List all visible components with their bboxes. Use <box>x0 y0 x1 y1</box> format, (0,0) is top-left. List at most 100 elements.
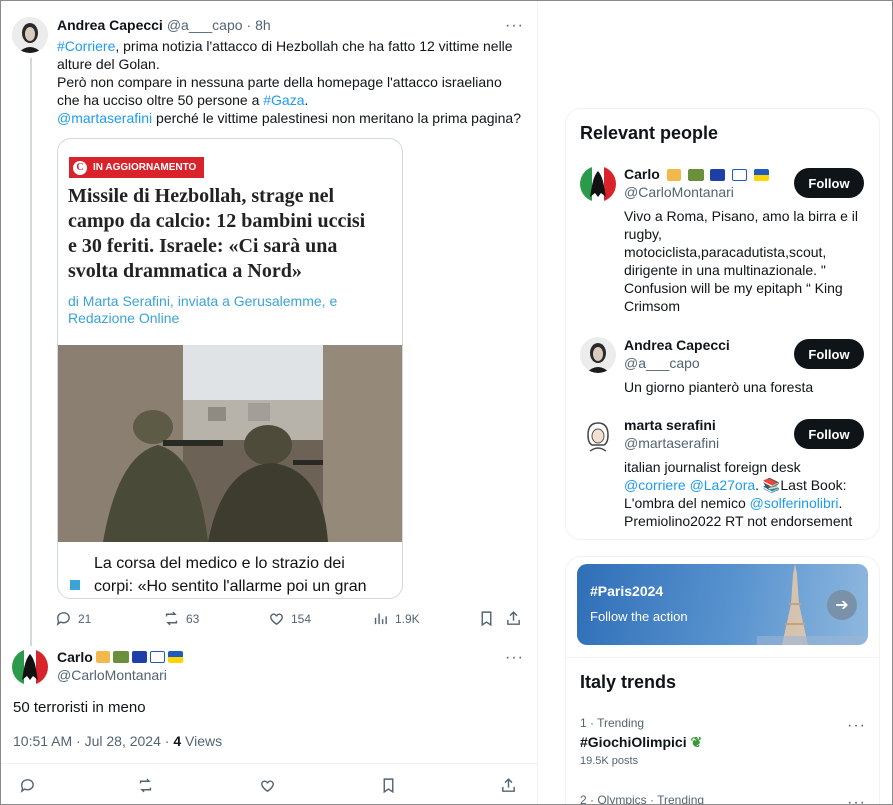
person-bio: italian journalist foreign desk @corrier… <box>624 458 864 530</box>
views-button[interactable]: 1.9K <box>372 610 420 627</box>
post-time[interactable]: · 8h <box>247 17 271 33</box>
share-icon <box>507 611 520 625</box>
bookmark-button[interactable] <box>478 610 495 627</box>
like-button[interactable]: 154 <box>268 610 311 627</box>
avatar[interactable] <box>580 417 616 453</box>
trend-meta: 2 · Olympics · Trending <box>580 793 705 805</box>
trend-name-text: #GiochiOlimpici <box>580 734 687 750</box>
share-button[interactable] <box>500 777 517 794</box>
person-card[interactable]: marta serafini @martaserafini Follow ita… <box>580 417 870 532</box>
arrow-right-icon[interactable]: ➔ <box>827 590 857 620</box>
laurel-icon: ❦ <box>690 734 703 750</box>
avatar[interactable] <box>12 649 48 685</box>
reply-views-label: Views <box>181 733 223 749</box>
person-card[interactable]: Andrea Capecci @a___capo Follow Un giorn… <box>580 337 870 397</box>
beer-icon <box>95 651 110 663</box>
reply-author-handle[interactable]: @CarloMontanari <box>57 667 167 683</box>
reply-author-name[interactable]: Carlo <box>57 649 93 665</box>
reply-icon <box>20 779 34 793</box>
person-name[interactable]: marta serafini <box>624 417 716 433</box>
eu-flag-icon <box>131 651 147 663</box>
author-handle[interactable]: @a___capo <box>167 17 243 33</box>
reply-button[interactable] <box>19 777 36 794</box>
repost-button[interactable]: 63 <box>163 610 199 627</box>
reply-views-count: 4 <box>173 733 182 749</box>
promo-subtitle: Follow the action <box>590 609 688 624</box>
more-icon[interactable]: ··· <box>505 18 524 34</box>
more-icon[interactable]: ··· <box>847 795 866 805</box>
corriere-logo-icon: C <box>73 160 87 175</box>
mention-la27ora[interactable]: @La27ora <box>690 477 756 493</box>
divider <box>0 763 538 764</box>
person-name[interactable]: Andrea Capecci <box>624 337 730 353</box>
bullet-square <box>70 580 80 590</box>
mention-solferinolibri[interactable]: @solferinolibri <box>750 495 839 511</box>
motorcycle-icon <box>687 169 704 182</box>
person-bio: Vivo a Roma, Pisano, amo la birra e il r… <box>624 208 858 314</box>
trend-item[interactable]: 1 · Trending #GiochiOlimpici ❦ 19.5K pos… <box>580 716 870 767</box>
trend-posts: 19.5K posts <box>580 755 639 767</box>
more-icon[interactable]: ··· <box>505 650 524 666</box>
share-icon <box>502 778 515 792</box>
author-name[interactable]: Andrea Capecci <box>57 17 163 33</box>
eu-flag-icon <box>710 169 726 182</box>
repost-button[interactable] <box>137 777 154 794</box>
reply-icon <box>56 612 70 626</box>
reply-text: 50 terroristi in meno <box>13 699 146 716</box>
hashtag-gaza[interactable]: #Gaza <box>263 92 304 108</box>
like-button[interactable] <box>259 777 276 794</box>
israel-flag-icon <box>149 651 165 663</box>
follow-button[interactable]: Follow <box>794 419 864 449</box>
follow-button[interactable]: Follow <box>794 339 864 369</box>
motorcycle-icon <box>112 651 129 663</box>
card-subheadline: La corsa del medico e lo strazio dei cor… <box>94 555 367 595</box>
person-name[interactable]: Carlo <box>624 166 770 182</box>
bio-text: italian journalist foreign desk <box>624 459 801 475</box>
person-handle[interactable]: @a___capo <box>624 355 700 371</box>
eiffel-tower-illustration <box>757 564 868 645</box>
live-update-badge: C IN AGGIORNAMENTO <box>69 157 205 178</box>
post-header: Andrea Capecci @a___capo · 8h <box>57 17 271 33</box>
person-card[interactable]: Carlo @CarloMontanari Follow Vivo a Roma… <box>580 166 870 316</box>
reply-timestamp[interactable]: 10:51 AM · Jul 28, 2024 · <box>13 733 173 749</box>
avatar[interactable] <box>12 17 48 53</box>
link-card[interactable]: C IN AGGIORNAMENTO Missile di Hezbollah,… <box>57 138 403 599</box>
hashtag-corriere[interactable]: #Corriere <box>57 38 115 54</box>
more-icon[interactable]: ··· <box>847 718 866 734</box>
promo-title: #Paris2024 <box>590 583 664 599</box>
card-photo <box>58 345 402 542</box>
ukraine-flag-icon <box>754 169 770 182</box>
like-icon <box>270 613 283 626</box>
reply-handle-row: @CarloMontanari <box>57 667 167 683</box>
repost-icon <box>139 778 152 793</box>
divider <box>566 657 879 658</box>
bookmark-icon <box>481 611 492 627</box>
tweet-line-1: , prima notizia l'attacco di Hezbollah c… <box>57 38 513 72</box>
reply-count: 21 <box>78 611 92 626</box>
mention-martaserafini[interactable]: @martaserafini <box>57 110 152 126</box>
follow-button[interactable]: Follow <box>794 168 864 198</box>
tweet-text: #Corriere, prima notizia l'attacco di He… <box>57 37 527 127</box>
person-bio: Un giorno pianterò una foresta <box>624 379 814 395</box>
avatar[interactable] <box>580 337 616 373</box>
like-count: 154 <box>291 611 312 626</box>
bookmark-icon <box>383 778 394 794</box>
mention-corriere[interactable]: @corriere <box>624 477 686 493</box>
reply-header: Carlo <box>57 649 183 665</box>
person-handle[interactable]: @martaserafini <box>624 435 719 451</box>
person-handle[interactable]: @CarloMontanari <box>624 184 734 200</box>
views-count: 1.9K <box>395 611 420 626</box>
bookmark-button[interactable] <box>380 777 397 794</box>
thread-line <box>30 58 32 646</box>
card-headline: Missile di Hezbollah, strage nel campo d… <box>68 185 366 282</box>
reply-button[interactable]: 21 <box>55 610 91 627</box>
share-button[interactable] <box>505 610 522 627</box>
timeline: Andrea Capecci @a___capo · 8h ··· #Corri… <box>0 0 538 805</box>
paris2024-promo[interactable]: #Paris2024 Follow the action ➔ <box>577 564 868 645</box>
beer-icon <box>666 169 681 182</box>
relevant-people-panel: Relevant people Carlo @CarloMontanari Fo… <box>565 108 880 540</box>
reply-meta: 10:51 AM · Jul 28, 2024 · 4 Views <box>13 733 222 749</box>
avatar[interactable] <box>580 166 616 202</box>
trend-item[interactable]: 2 · Olympics · Trending <box>580 793 870 805</box>
card-byline: di Marta Serafini, inviata a Gerusalemme… <box>68 293 338 326</box>
